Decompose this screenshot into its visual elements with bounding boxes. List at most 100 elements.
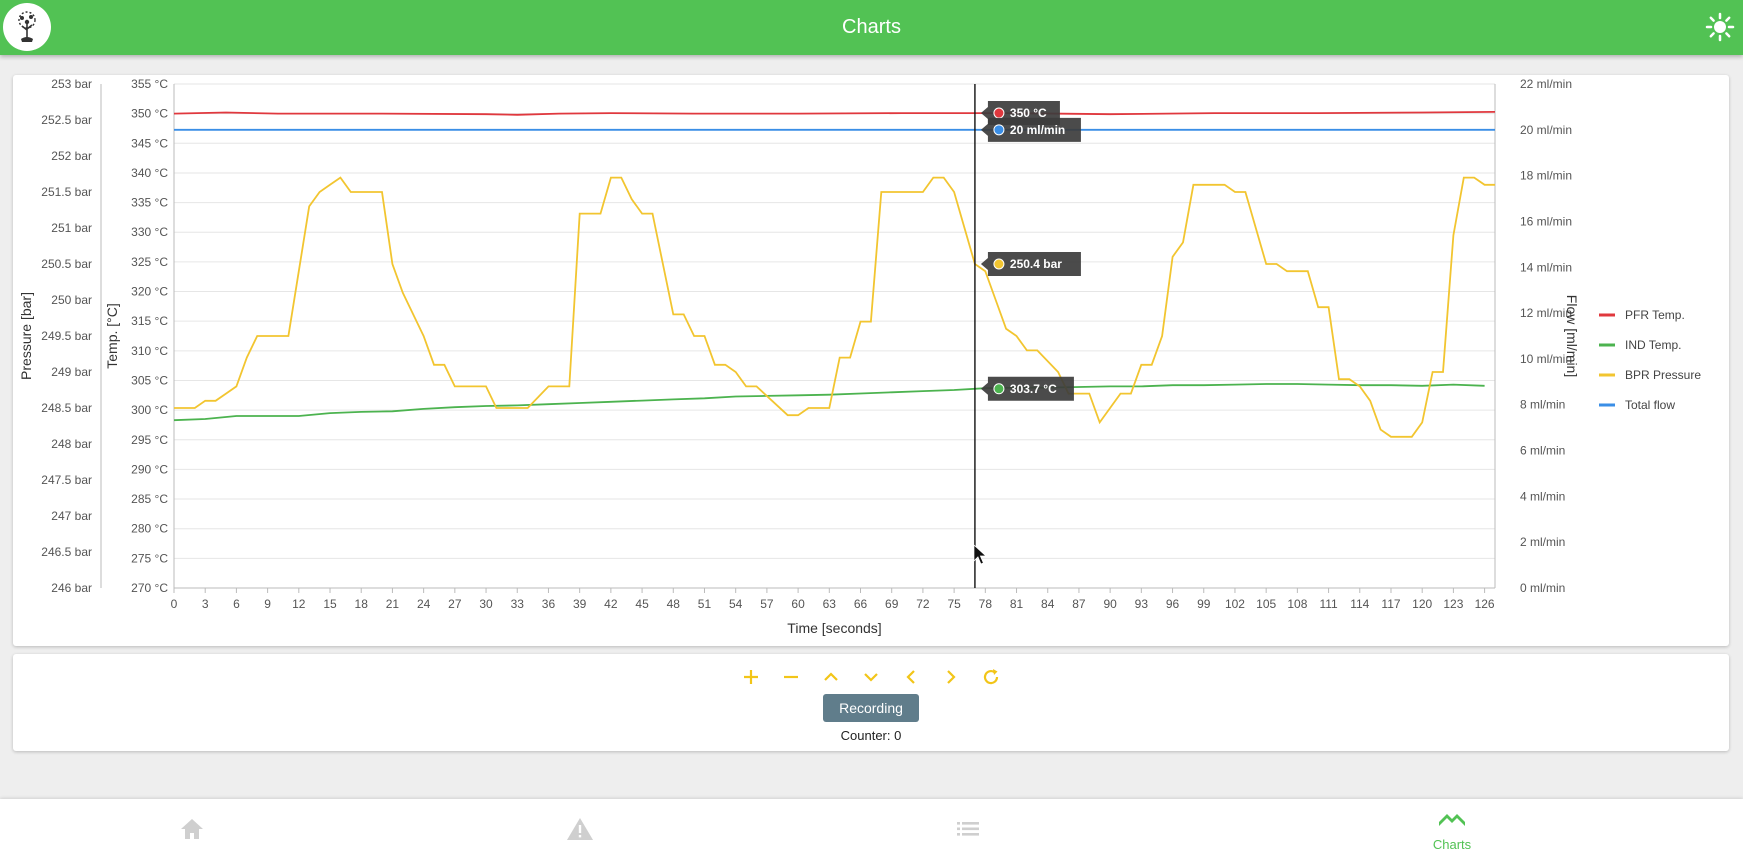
flow-tick-label: 14 ml/min bbox=[1520, 260, 1572, 274]
x-tick-label: 21 bbox=[386, 597, 400, 611]
flow-tick-label: 0 ml/min bbox=[1520, 581, 1565, 595]
pressure-tick-label: 246 bar bbox=[51, 581, 92, 595]
pressure-tick-label: 250.5 bar bbox=[41, 257, 92, 271]
series-line-bpr-pressure bbox=[174, 176, 1495, 438]
tooltip-dot bbox=[993, 124, 1005, 136]
temp-tick-label: 320 °C bbox=[131, 285, 168, 299]
chevron-up-icon bbox=[824, 672, 838, 681]
counter-label: Counter: bbox=[840, 728, 891, 743]
pan-left-button[interactable] bbox=[891, 662, 931, 692]
legend-item: BPR Pressure bbox=[1625, 368, 1701, 382]
x-tick-label: 36 bbox=[542, 597, 556, 611]
app-header: Charts bbox=[0, 0, 1743, 55]
line-chart[interactable]: 270 °C275 °C280 °C285 °C290 °C295 °C300 … bbox=[13, 75, 1729, 646]
x-tick-label: 90 bbox=[1103, 597, 1117, 611]
warning-icon bbox=[567, 818, 593, 840]
x-tick-label: 117 bbox=[1381, 597, 1400, 611]
flow-tick-label: 16 ml/min bbox=[1520, 214, 1572, 228]
pressure-tick-label: 247 bar bbox=[51, 509, 92, 523]
bottom-navigation: Charts bbox=[0, 799, 1743, 861]
nav-home[interactable] bbox=[122, 799, 262, 861]
x-tick-label: 30 bbox=[479, 597, 493, 611]
x-tick-label: 120 bbox=[1412, 597, 1432, 611]
temp-tick-label: 290 °C bbox=[131, 462, 168, 476]
flow-tick-label: 2 ml/min bbox=[1520, 535, 1565, 549]
pressure-tick-label: 251 bar bbox=[51, 221, 92, 235]
pressure-tick-label: 249 bar bbox=[51, 365, 92, 379]
x-tick-label: 0 bbox=[171, 597, 178, 611]
x-tick-label: 99 bbox=[1197, 597, 1211, 611]
series-line-pfr-temp- bbox=[173, 111, 1496, 116]
chart-controls: Recording Counter: 0 bbox=[13, 654, 1729, 751]
plus-icon bbox=[744, 670, 758, 684]
temp-tick-label: 270 °C bbox=[131, 581, 168, 595]
x-tick-label: 12 bbox=[292, 597, 306, 611]
pressure-tick-label: 248 bar bbox=[51, 437, 92, 451]
pressure-tick-label: 252 bar bbox=[51, 149, 92, 163]
list-icon bbox=[957, 822, 979, 836]
temp-tick-label: 285 °C bbox=[131, 492, 168, 506]
temp-tick-label: 335 °C bbox=[131, 196, 168, 210]
pressure-tick-label: 252.5 bar bbox=[41, 113, 92, 127]
mouse-cursor-icon bbox=[973, 544, 987, 565]
zoom-in-button[interactable] bbox=[731, 662, 771, 692]
temp-tick-label: 325 °C bbox=[131, 255, 168, 269]
x-tick-label: 96 bbox=[1166, 597, 1180, 611]
x-tick-label: 54 bbox=[729, 597, 743, 611]
x-tick-label: 63 bbox=[823, 597, 837, 611]
nav-alerts[interactable] bbox=[510, 799, 650, 861]
temp-tick-label: 345 °C bbox=[131, 136, 168, 150]
nav-charts[interactable]: Charts bbox=[1382, 799, 1522, 861]
nav-list[interactable] bbox=[898, 799, 1038, 861]
nav-charts-label: Charts bbox=[1432, 837, 1472, 852]
x-tick-label: 6 bbox=[233, 597, 240, 611]
chevron-left-icon bbox=[906, 670, 915, 684]
temp-tick-label: 275 °C bbox=[131, 551, 168, 565]
x-tick-label: 108 bbox=[1287, 597, 1307, 611]
temp-tick-label: 355 °C bbox=[131, 77, 168, 91]
flow-tick-label: 8 ml/min bbox=[1520, 398, 1565, 412]
x-tick-label: 84 bbox=[1041, 597, 1055, 611]
counter: Counter: 0 bbox=[13, 728, 1729, 743]
x-tick-label: 24 bbox=[417, 597, 431, 611]
sun-icon[interactable] bbox=[1705, 12, 1735, 42]
x-tick-label: 57 bbox=[760, 597, 774, 611]
x-tick-label: 15 bbox=[323, 597, 337, 611]
legend-item: IND Temp. bbox=[1625, 338, 1681, 352]
temp-tick-label: 340 °C bbox=[131, 166, 168, 180]
legend-item: Total flow bbox=[1625, 398, 1675, 412]
pressure-tick-label: 248.5 bar bbox=[41, 401, 92, 415]
temp-tick-label: 330 °C bbox=[131, 225, 168, 239]
x-tick-label: 42 bbox=[604, 597, 618, 611]
x-tick-label: 102 bbox=[1225, 597, 1245, 611]
tooltip-dot bbox=[993, 258, 1005, 270]
x-tick-label: 27 bbox=[448, 597, 462, 611]
x-tick-label: 9 bbox=[264, 597, 271, 611]
chart-toolbar bbox=[13, 662, 1729, 692]
temp-tick-label: 350 °C bbox=[131, 107, 168, 121]
temp-tick-label: 310 °C bbox=[131, 344, 168, 358]
pressure-tick-label: 246.5 bar bbox=[41, 545, 92, 559]
flow-tick-label: 20 ml/min bbox=[1520, 123, 1572, 137]
x-tick-label: 18 bbox=[355, 597, 369, 611]
pan-right-button[interactable] bbox=[931, 662, 971, 692]
tooltip-dot bbox=[993, 383, 1005, 395]
pressure-tick-label: 250 bar bbox=[51, 293, 92, 307]
x-tick-label: 111 bbox=[1319, 597, 1338, 611]
x-tick-label: 81 bbox=[1010, 597, 1024, 611]
pressure-tick-label: 253 bar bbox=[51, 77, 92, 91]
x-tick-label: 45 bbox=[635, 597, 649, 611]
pan-up-button[interactable] bbox=[811, 662, 851, 692]
recording-button[interactable]: Recording bbox=[823, 694, 919, 722]
pan-down-button[interactable] bbox=[851, 662, 891, 692]
pressure-axis-title: Pressure [bar] bbox=[18, 292, 34, 380]
flow-tick-label: 18 ml/min bbox=[1520, 169, 1572, 183]
zoom-out-button[interactable] bbox=[771, 662, 811, 692]
page-title: Charts bbox=[842, 16, 901, 38]
reset-button[interactable] bbox=[971, 662, 1011, 692]
flow-tick-label: 4 ml/min bbox=[1520, 489, 1565, 503]
home-icon bbox=[181, 819, 203, 839]
x-axis-title: Time [seconds] bbox=[787, 620, 881, 636]
series-line-ind-temp- bbox=[173, 383, 1485, 422]
minus-icon bbox=[784, 675, 798, 679]
